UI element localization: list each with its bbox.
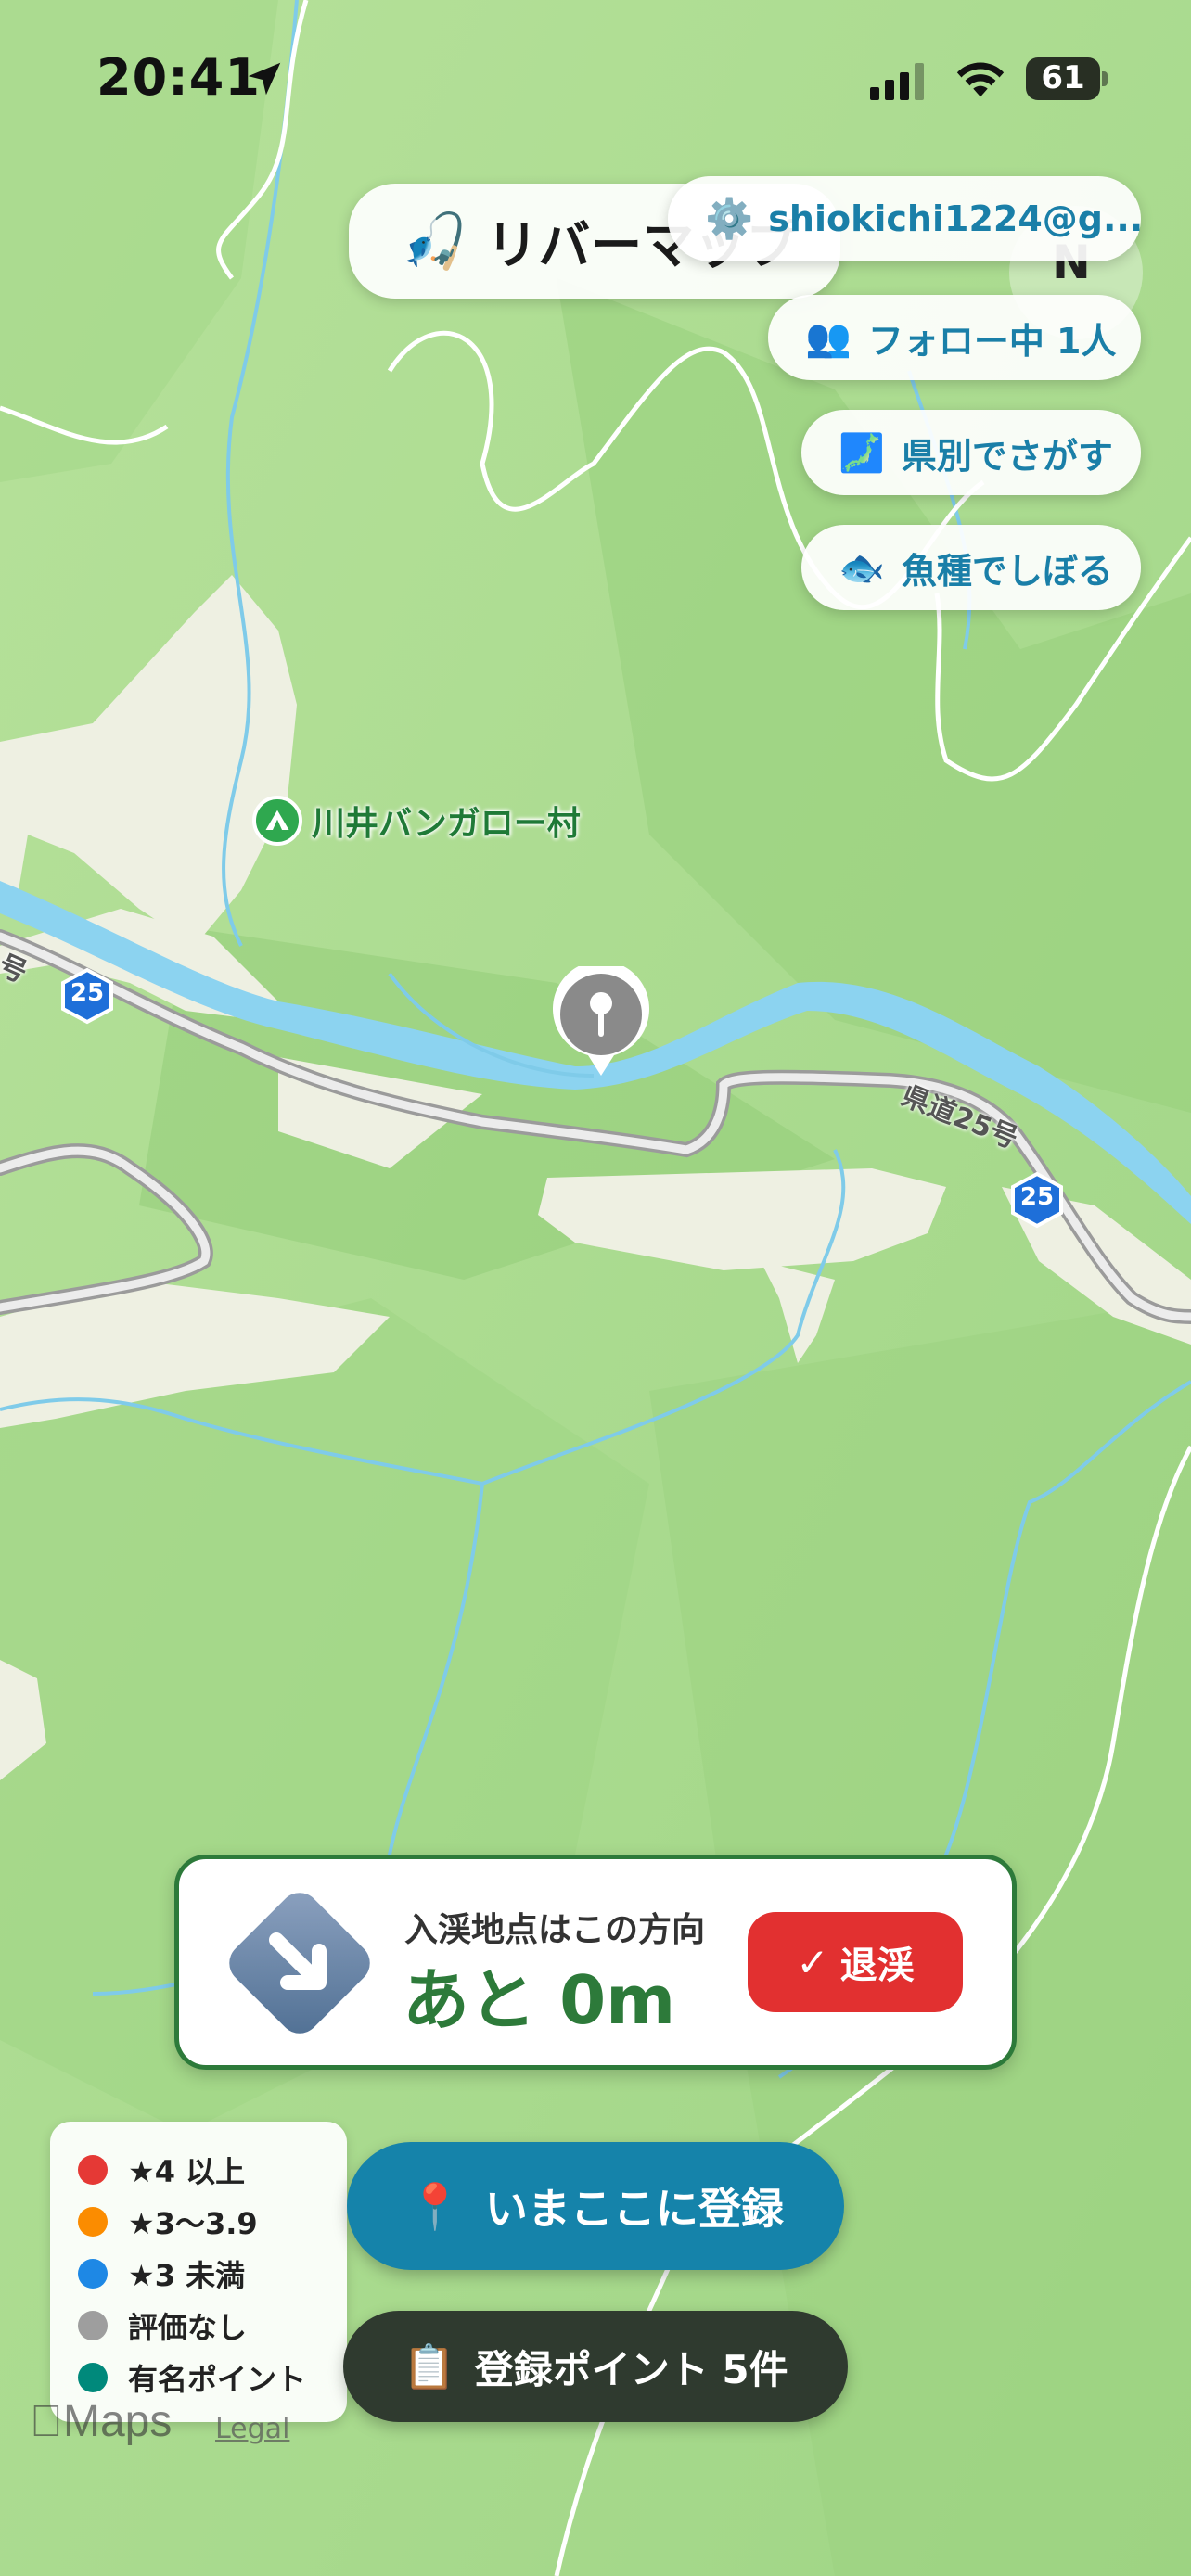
legend-item: ★4 以上 [78,2144,347,2196]
direction-arrow-icon [229,1893,370,2034]
poi-label: 川井バンガロー村 [312,805,581,843]
filter-by-fish-label: 魚種でしぼる [901,550,1113,592]
cellular-signal-icon [870,63,924,100]
map-pin-icon[interactable] [549,966,653,1078]
pushpin-icon: 📍 [407,2180,463,2233]
maps-logo: Maps [30,2397,172,2446]
route-shield-25: 25 [1007,1170,1067,1230]
people-icon: 👥 [805,316,852,360]
exit-stream-label: 退渓 [839,1945,915,1987]
route-shield-25: 25 [58,966,117,1026]
exit-stream-button[interactable]: ✓ 退渓 [748,1912,963,2012]
legal-link[interactable]: Legal [215,2413,289,2445]
poi-campground[interactable]: 川井バンガロー村 [252,796,581,846]
legend-dot-orange [78,2207,108,2237]
legend-item: ★3～3.9 [78,2196,347,2248]
register-here-label: いまここに登録 [484,2184,784,2234]
gear-icon: ⚙️ [705,196,754,241]
following-label: フォロー中 1人 [867,320,1117,362]
legend-item: ★3 未満 [78,2248,347,2300]
wifi-icon [956,62,1005,97]
filter-by-fish-button[interactable]: 🐟 魚種でしぼる [801,525,1141,610]
status-time: 20:41 [96,48,261,107]
clipboard-icon: 📋 [403,2340,456,2391]
apple-icon:  [30,2397,63,2446]
fishing-icon: 🎣 [401,209,468,273]
legend-dot-red [78,2155,108,2185]
distance-remaining: あと 0m [403,1961,676,2039]
rating-legend: ★4 以上 ★3～3.9 ★3 未満 評価なし 有名ポイント [50,2122,347,2422]
camp-icon [252,796,302,846]
legend-dot-teal [78,2363,108,2392]
register-here-button[interactable]: 📍 いまここに登録 [347,2142,844,2270]
following-button[interactable]: 👥 フォロー中 1人 [768,295,1141,380]
japan-map-icon: 🗾 [839,431,885,475]
registered-points-button[interactable]: 📋 登録ポイント 5件 [343,2311,848,2422]
search-by-prefecture-button[interactable]: 🗾 県別でさがす [801,410,1141,495]
check-icon: ✓ [796,1939,829,1985]
legend-dot-blue [78,2259,108,2289]
direction-caption: 入渓地点はこの方向 [404,1911,706,1949]
account-email: shiokichi1224@g... [768,198,1141,239]
search-by-prefecture-label: 県別でさがす [901,435,1113,477]
legend-dot-gray [78,2311,108,2340]
battery-level: 61 [1041,59,1085,96]
registered-points-label: 登録ポイント 5件 [474,2346,788,2392]
fish-icon: 🐟 [839,546,885,590]
location-arrow-icon [248,62,281,96]
account-settings-button[interactable]: ⚙️ shiokichi1224@g... [668,176,1141,261]
legend-item: 評価なし [78,2300,347,2352]
battery-icon: 61 [1026,57,1109,100]
